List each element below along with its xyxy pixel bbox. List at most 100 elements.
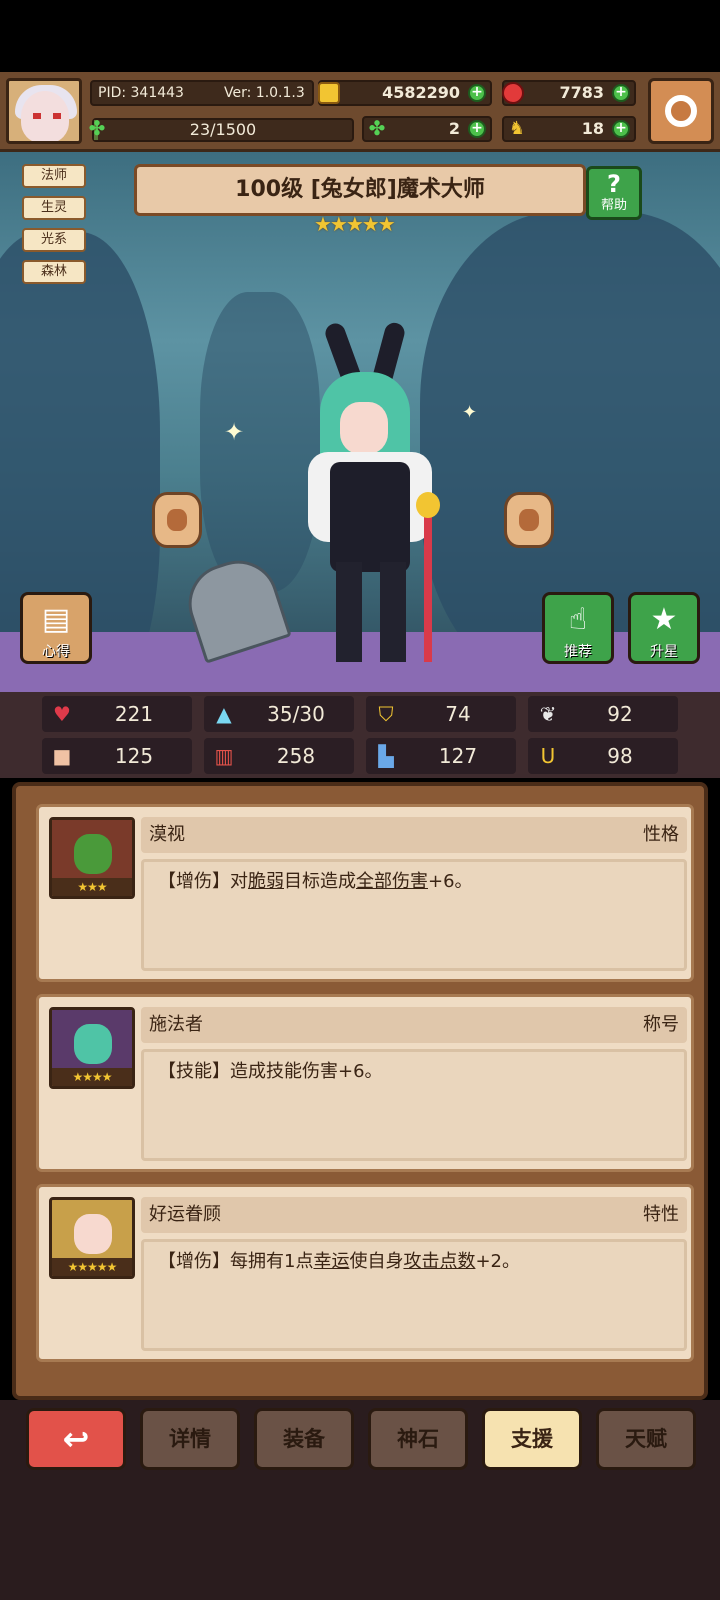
stat-mana: ▲ 35/30 [204, 696, 354, 732]
desc-text: 【增伤】每拥有1点 [158, 1251, 314, 1272]
card-type: 特性 [643, 1204, 679, 1225]
fist-icon: ■ [52, 744, 72, 768]
wing-icon: ❦ [539, 702, 557, 726]
card-portrait-3: ★★★★★ [49, 1197, 135, 1279]
thumbs-up-icon: ☝ [568, 602, 588, 637]
portrait-face [74, 1024, 112, 1064]
card-header: 漠视 性格 [141, 817, 687, 853]
add-horn-button[interactable]: + [612, 120, 630, 138]
horseshoe-icon: U [540, 744, 556, 768]
portrait-face [74, 834, 112, 874]
stat-mana-value: 35/30 [267, 702, 325, 726]
insight-button[interactable]: ▤ 心得 [20, 592, 92, 664]
gem-amount: 7783 [559, 83, 604, 102]
hero-face [340, 402, 388, 454]
upgrade-star-button[interactable]: ★ 升星 [628, 592, 700, 664]
tag-mage[interactable]: 法师 [22, 164, 86, 188]
help-button[interactable]: ? 帮助 [586, 166, 642, 220]
add-gold-button[interactable]: + [468, 84, 486, 102]
tab-godstone[interactable]: 神石 [368, 1408, 468, 1470]
hero-scene: ✦ ✦ ✦ 法师 生灵 光系 森林 100级 [兔女郎]魔术大师 ★★★★★ ?… [0, 152, 720, 692]
book-icon: ▥ [214, 744, 234, 768]
tab-support[interactable]: 支援 [482, 1408, 582, 1470]
tab-equipment[interactable]: 装备 [254, 1408, 354, 1470]
status-bar-area [0, 0, 720, 72]
pid-version-pill: PID: 341443 Ver: 1.0.1.3 [90, 80, 314, 106]
avatar-eye-left [33, 113, 41, 119]
card-description: 【增伤】对脆弱目标造成全部伤害+6。 [141, 859, 687, 971]
gem-icon [502, 82, 524, 104]
hero-body [330, 462, 410, 572]
stat-strength-value: 125 [114, 744, 154, 768]
card-portrait-2: ★★★★ [49, 1007, 135, 1089]
xp-text: 23/1500 [189, 120, 257, 139]
desc-keyword[interactable]: 攻击点数 [403, 1251, 475, 1272]
settings-button[interactable] [648, 78, 714, 144]
clover-pill: ✤ 2 + [362, 116, 492, 142]
hero-staff-head [416, 492, 440, 518]
stat-intellect-value: 258 [276, 744, 316, 768]
desc-keyword[interactable]: 脆弱 [248, 871, 284, 892]
add-clover-button[interactable]: + [468, 120, 486, 138]
desc-text: +2。 [475, 1251, 520, 1272]
card-description: 【技能】造成技能伤害+6。 [141, 1049, 687, 1161]
question-icon: ? [607, 170, 621, 198]
card-description: 【增伤】每拥有1点幸运使自身攻击点数+2。 [141, 1239, 687, 1351]
insight-label: 心得 [42, 644, 70, 660]
recommend-label: 推荐 [564, 644, 592, 660]
clover-icon: ✤ [368, 116, 386, 140]
trait-card-feature[interactable]: ★★★★★ 好运眷顾 特性 【增伤】每拥有1点幸运使自身攻击点数+2。 [36, 1184, 694, 1362]
help-label: 帮助 [600, 198, 627, 213]
desc-keyword[interactable]: 幸运 [313, 1251, 349, 1272]
card-type: 性格 [643, 824, 679, 845]
hero-leg-left [336, 562, 362, 662]
desc-keyword[interactable]: 全部伤害 [356, 871, 428, 892]
add-gem-button[interactable]: + [612, 84, 630, 102]
tab-talent[interactable]: 天赋 [596, 1408, 696, 1470]
tab-details[interactable]: 详情 [140, 1408, 240, 1470]
card-header: 好运眷顾 特性 [141, 1197, 687, 1233]
star-icon: ★ [650, 602, 678, 637]
shield-icon: ⛉ [378, 702, 394, 726]
hero-title: 100级 [兔女郎]魔术大师 [134, 164, 586, 216]
desc-text: 【增伤】对 [158, 871, 248, 892]
player-avatar[interactable] [6, 78, 82, 144]
tag-forest[interactable]: 森林 [22, 260, 86, 284]
water-drop-icon: ▲ [216, 702, 232, 726]
top-hud: PID: 341443 Ver: 1.0.1.3 4582290 + 7783 … [0, 72, 720, 152]
hero-leg-right [380, 562, 406, 662]
xp-bar: ✤ 23/1500 [89, 118, 354, 142]
avatar-face [21, 91, 69, 141]
hero-staff [424, 512, 432, 662]
card-stars: ★★★★★ [52, 1258, 132, 1276]
recommend-button[interactable]: ☝ 推荐 [542, 592, 614, 664]
boot-icon: ▙ [378, 744, 394, 768]
trait-card-title[interactable]: ★★★★ 施法者 称号 【技能】造成技能伤害+6。 [36, 994, 694, 1172]
coin-icon [318, 82, 340, 104]
gear-icon [665, 95, 697, 127]
desc-text: +6。 [428, 871, 473, 892]
stat-defense: ⛉ 74 [366, 696, 516, 732]
horn-amount: 18 [581, 119, 604, 138]
stat-luck: U 98 [528, 738, 678, 774]
hero-stars: ★★★★★ [314, 212, 396, 236]
left-gem-slot[interactable] [152, 492, 202, 548]
trait-card-personality[interactable]: ★★★ 漠视 性格 【增伤】对脆弱目标造成全部伤害+6。 [36, 804, 694, 982]
right-gem-slot[interactable] [504, 492, 554, 548]
heart-icon: ♥ [53, 702, 71, 726]
avatar-eye-right [53, 113, 61, 119]
stat-defense-value: 74 [445, 702, 471, 726]
stat-agility: ▙ 127 [366, 738, 516, 774]
stat-luck-value: 98 [607, 744, 633, 768]
return-arrow-icon: ↩ [62, 1420, 90, 1458]
stat-speed: ❦ 92 [528, 696, 678, 732]
version-text: Ver: 1.0.1.3 [224, 85, 305, 101]
hero-sprite[interactable] [300, 312, 440, 672]
back-button[interactable]: ↩ [26, 1408, 126, 1470]
card-header: 施法者 称号 [141, 1007, 687, 1043]
upgrade-label: 升星 [650, 644, 678, 660]
card-name: 施法者 [149, 1014, 203, 1035]
tag-light[interactable]: 光系 [22, 228, 86, 252]
tag-creature[interactable]: 生灵 [22, 196, 86, 220]
card-type: 称号 [643, 1014, 679, 1035]
